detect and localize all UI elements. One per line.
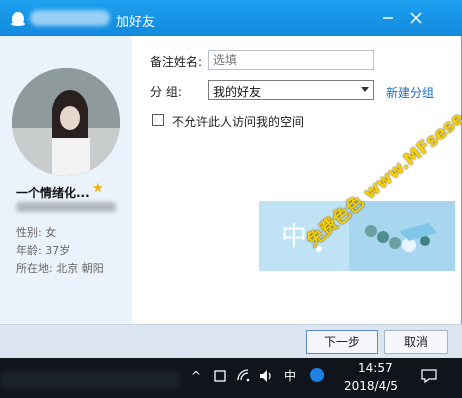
avatar[interactable] (12, 68, 120, 176)
group-select[interactable]: 我的好友 (208, 80, 374, 100)
windows-defender-icon[interactable] (212, 368, 228, 384)
remark-input[interactable] (208, 50, 374, 70)
star-icon: ★ (92, 181, 104, 196)
clock-time[interactable]: 14:57 (358, 361, 393, 375)
chevron-down-icon (361, 87, 369, 92)
wifi-icon[interactable] (236, 368, 252, 384)
new-group-link[interactable]: 新建分组 (386, 84, 434, 101)
cancel-button[interactable]: 取消 (384, 330, 448, 354)
blurred-qq-number (16, 202, 116, 212)
title-bar[interactable]: 加好友 (0, 0, 462, 36)
ad-char: 中 (281, 222, 307, 252)
clock-date[interactable]: 2018/4/5 (344, 379, 398, 393)
age-info: 年龄: 37岁 (16, 244, 71, 257)
qq-penguin-icon (11, 12, 25, 26)
blurred-title-area (30, 10, 110, 26)
location-info: 所在地: 北京 朝阳 (16, 262, 104, 275)
nickname: 一个情绪化... (16, 186, 90, 200)
volume-icon[interactable] (258, 368, 274, 384)
profile-panel: 一个情绪化... ★ 性别: 女 年龄: 37岁 所在地: 北京 朝阳 (0, 36, 132, 324)
avatar-photo (12, 68, 120, 176)
group-select-value: 我的好友 (213, 85, 262, 99)
remark-label: 备注姓名: (150, 55, 203, 69)
ime-indicator[interactable]: 中 (282, 368, 298, 384)
close-icon[interactable] (406, 8, 426, 28)
next-button[interactable]: 下一步 (306, 330, 378, 354)
notification-icon[interactable] (420, 368, 438, 384)
watermark-circle (310, 368, 324, 382)
deny-space-access-label: 不允许此人访问我的空间 (172, 115, 305, 129)
dialog-title: 加好友 (116, 15, 156, 30)
gender-info: 性别: 女 (16, 226, 57, 239)
chevron-up-icon[interactable]: ^ (188, 368, 204, 384)
deny-space-access-checkbox[interactable] (152, 114, 164, 126)
blurred-taskbar-area (0, 372, 180, 388)
group-label: 分 组: (150, 85, 182, 99)
minimize-icon[interactable] (378, 8, 398, 28)
